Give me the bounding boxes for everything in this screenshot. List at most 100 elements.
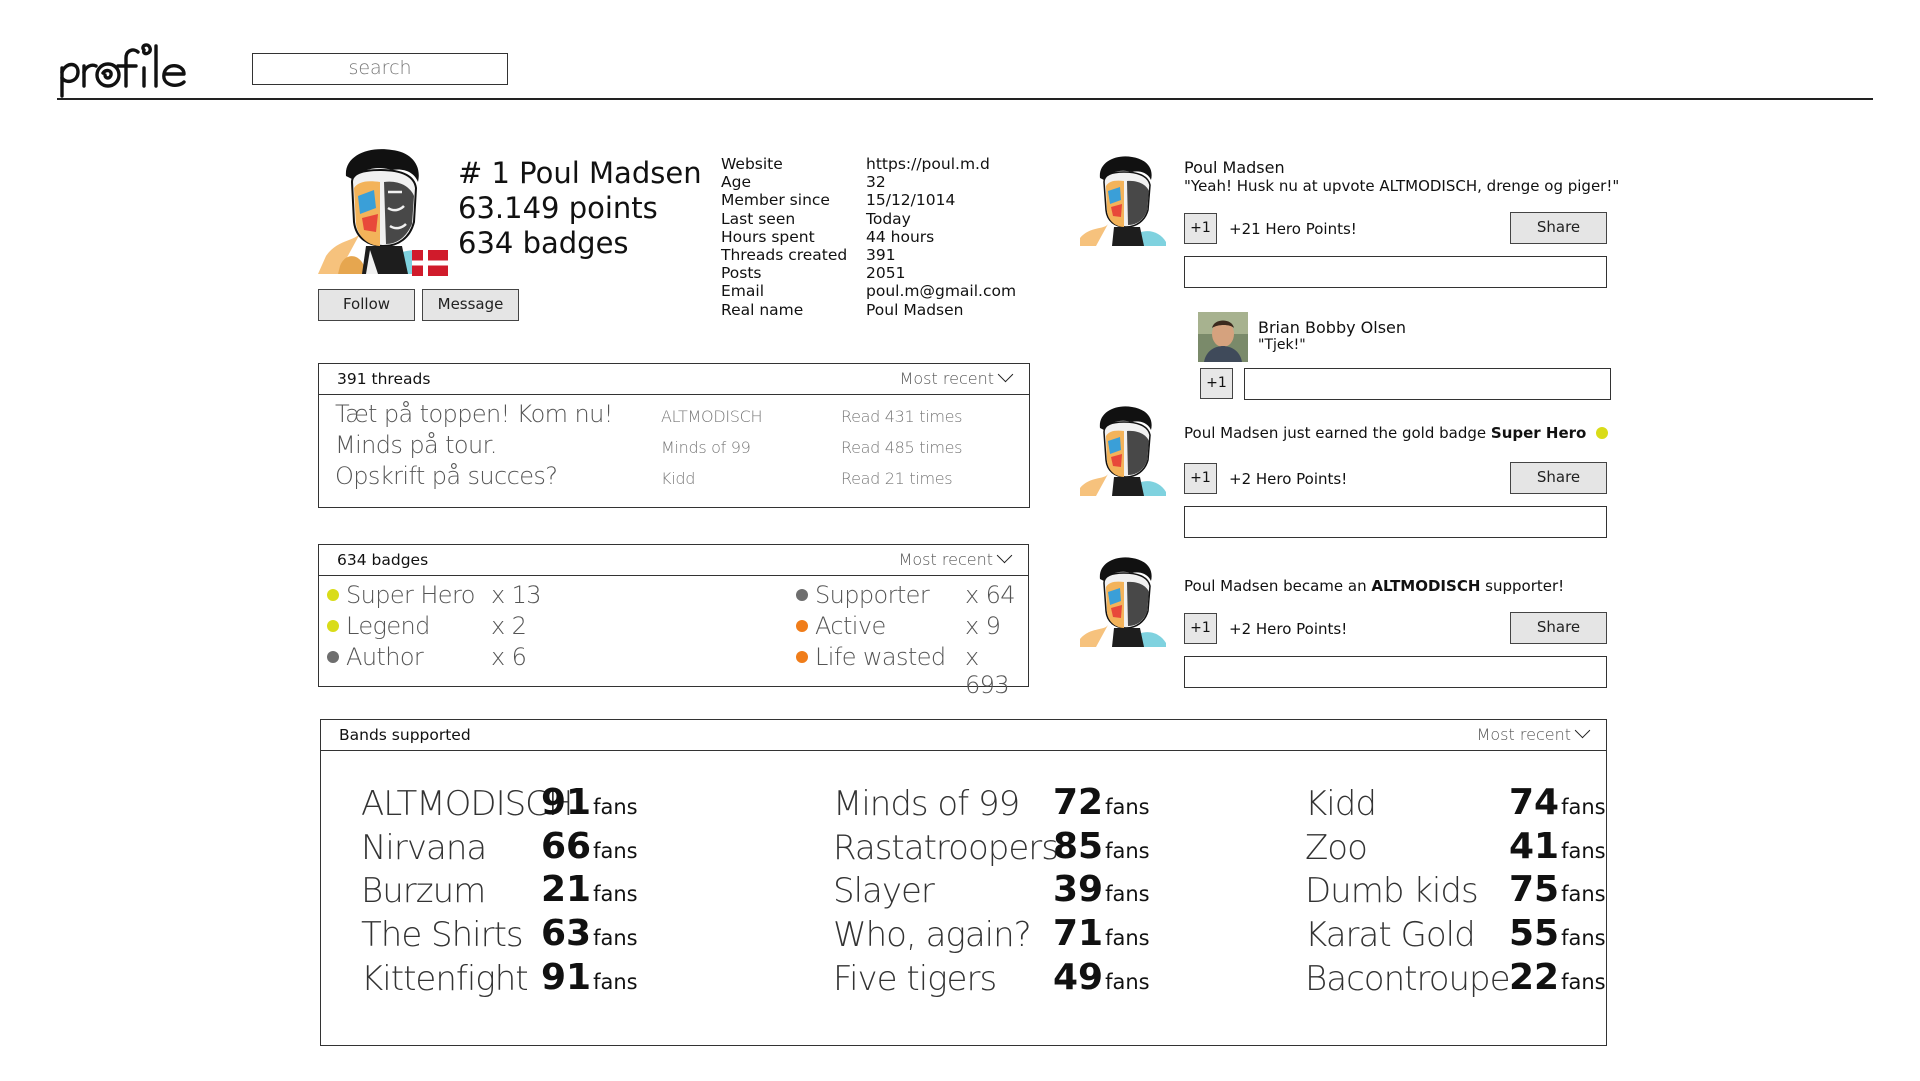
bands-sort-dropdown[interactable]: Most recent [1477, 720, 1591, 750]
thread-band[interactable]: Minds of 99 [661, 438, 751, 457]
fan-number: 39 [1053, 869, 1104, 910]
thread-title-link[interactable]: Minds på tour. [335, 431, 497, 459]
follow-button[interactable]: Follow [318, 289, 415, 321]
band-name-link[interactable]: Burzum [361, 871, 486, 911]
share-button[interactable]: Share [1510, 612, 1607, 644]
upvote-button[interactable]: +1 [1200, 368, 1233, 399]
badge-name: Super Hero [346, 581, 475, 609]
post-quote: "Yeah! Husk nu at upvote ALTMODISCH, dre… [1184, 177, 1620, 195]
badge-dot-icon [796, 589, 808, 601]
badge-count: x 2 [491, 612, 527, 640]
thread-title-link[interactable]: Opskrift på succes? [335, 462, 558, 490]
band-name-link[interactable]: Rastatroopers [833, 828, 1059, 868]
band-name-link[interactable]: Zoo [1305, 828, 1368, 868]
profile-summary: # 1 Poul Madsen 63.149 points 634 badges [458, 156, 702, 261]
thread-band[interactable]: Kidd [661, 469, 695, 488]
badges-sort-dropdown[interactable]: Most recent [899, 545, 1013, 575]
supporter-text: Poul Madsen became an ALTMODISCH support… [1184, 577, 1564, 595]
threads-sort-dropdown[interactable]: Most recent [900, 364, 1014, 394]
info-value[interactable]: poul.m@gmail.com [866, 282, 1016, 300]
badge-count: x 13 [491, 581, 542, 609]
band-name-link[interactable]: Slayer [833, 871, 935, 911]
info-value[interactable]: https://poul.m.d [866, 155, 990, 173]
badge-dot-icon [1596, 427, 1609, 439]
fan-number: 74 [1509, 782, 1560, 823]
post-text: supporter! [1480, 577, 1565, 595]
fan-number: 41 [1509, 826, 1560, 867]
band-name-link[interactable]: Kittenfight [361, 959, 529, 999]
fans-label: fans [1561, 839, 1606, 863]
badge-name: Legend [346, 612, 430, 640]
band-fan-count: 49fans [1053, 957, 1150, 998]
badges-header: 634 badges Most recent [319, 545, 1028, 576]
badge-dot-icon [327, 620, 339, 632]
upvote-button[interactable]: +1 [1184, 463, 1217, 494]
info-key: Member since [721, 191, 830, 210]
profile-info-table: Website https://poul.m.d Age 32 Member since… [721, 155, 1016, 319]
band-name-link[interactable]: Karat Gold [1305, 915, 1476, 955]
band-name-link[interactable]: Who, again? [833, 915, 1032, 955]
fans-label: fans [1105, 839, 1150, 863]
profile-rank-name: # 1 Poul Madsen [458, 156, 702, 190]
band-fan-count: 91fans [541, 957, 638, 998]
info-key: Last seen [721, 209, 796, 228]
band-fan-count: 22fans [1509, 957, 1606, 998]
bands-panel: Bands supported Most recent ALTMODISCH 91… [320, 719, 1607, 1046]
band-name: ALTMODISCH [1371, 577, 1481, 595]
comment-input[interactable] [1184, 656, 1607, 688]
reply-avatar [1198, 312, 1248, 362]
info-row: Last seen Today [721, 210, 1016, 228]
reply-quote: "Tjek!" [1258, 337, 1306, 353]
band-name-link[interactable]: Nirvana [361, 828, 487, 868]
info-key: Threads created [721, 246, 848, 265]
share-button[interactable]: Share [1510, 212, 1607, 244]
band-name-link[interactable]: Bacontroupe [1305, 959, 1511, 999]
threads-title: 391 threads [337, 370, 431, 388]
upvote-button[interactable]: +1 [1184, 213, 1217, 244]
fan-number: 75 [1509, 869, 1560, 910]
profile-points: 63.149 points [458, 191, 658, 225]
post-author: Poul Madsen [1184, 158, 1285, 177]
band-name-link[interactable]: Dumb kids [1305, 871, 1479, 911]
thread-band[interactable]: ALTMODISCH [661, 407, 763, 426]
info-row: Posts 2051 [721, 264, 1016, 282]
band-name-link[interactable]: The Shirts [361, 915, 524, 955]
comment-input[interactable] [1184, 506, 1607, 538]
search-input[interactable]: search [252, 53, 508, 85]
comment-input[interactable] [1184, 256, 1607, 288]
bands-title: Bands supported [339, 726, 471, 744]
fan-number: 91 [541, 957, 592, 998]
info-row: Threads created 391 [721, 246, 1016, 264]
thread-read-count: Read 431 times [841, 407, 963, 426]
badge-name: Supporter [815, 581, 930, 609]
info-key: Real name [721, 300, 804, 319]
header-divider [57, 98, 1873, 100]
badge-dot-icon [796, 620, 808, 632]
fan-number: 66 [541, 826, 592, 867]
post-author: Poul Madsen [1184, 577, 1279, 595]
info-value: Poul Madsen [866, 300, 964, 319]
info-row: Member since 15/12/1014 [721, 191, 1016, 209]
fans-label: fans [1105, 970, 1150, 994]
band-name-link[interactable]: Kidd [1305, 784, 1377, 824]
share-button[interactable]: Share [1510, 462, 1607, 494]
thread-read-count: Read 485 times [841, 438, 963, 457]
band-name-link[interactable]: Minds of 99 [833, 784, 1020, 824]
fan-number: 85 [1053, 826, 1104, 867]
band-name-link[interactable]: Five tigers [833, 959, 997, 999]
comment-input[interactable] [1244, 368, 1611, 400]
fans-label: fans [593, 839, 638, 863]
info-value: 44 hours [866, 227, 935, 246]
fan-number: 55 [1509, 913, 1560, 954]
band-fan-count: 91fans [541, 782, 638, 823]
band-fan-count: 71fans [1053, 913, 1150, 954]
message-button[interactable]: Message [422, 289, 519, 321]
info-key: Email [721, 282, 765, 301]
thread-title-link[interactable]: Tæt på toppen! Kom nu! [335, 400, 613, 428]
badge-name: Life wasted [815, 643, 946, 671]
bands-header: Bands supported Most recent [321, 720, 1606, 751]
upvote-button[interactable]: +1 [1184, 613, 1217, 644]
fans-label: fans [1561, 795, 1606, 819]
fan-number: 71 [1053, 913, 1104, 954]
badge-earned-text: Poul Madsen just earned the gold badge S… [1184, 424, 1609, 442]
